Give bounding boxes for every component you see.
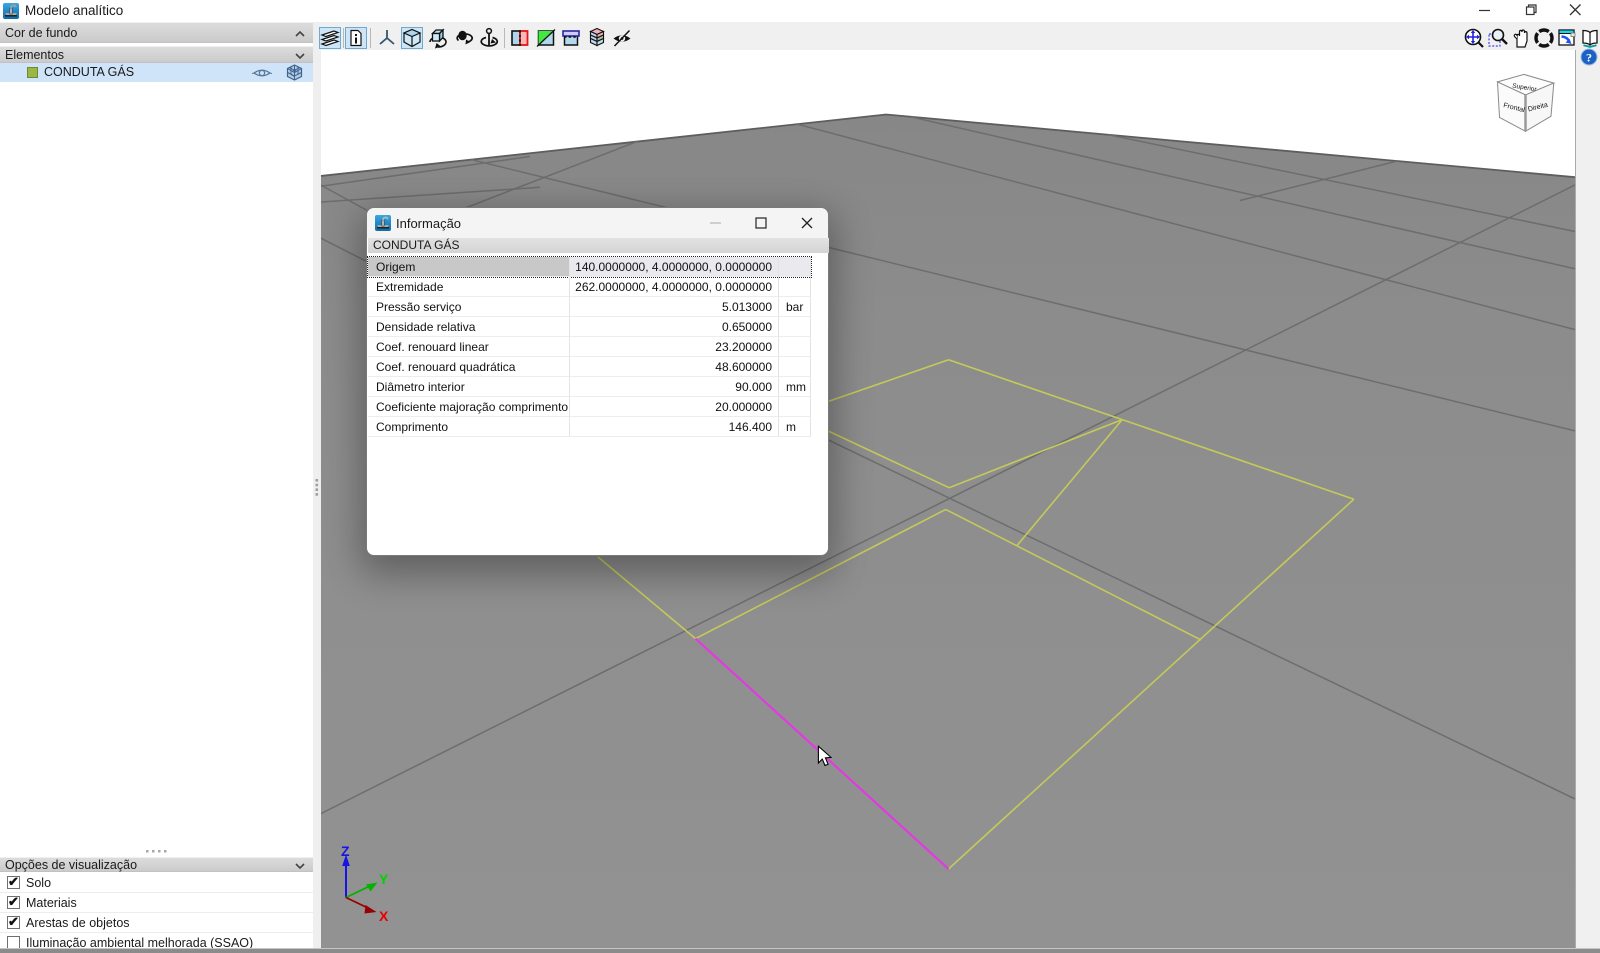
svg-text:Z: Z xyxy=(341,843,350,859)
svg-text:X: X xyxy=(379,908,389,924)
svg-text:Y: Y xyxy=(379,871,389,887)
svg-text:?: ? xyxy=(1586,51,1592,65)
